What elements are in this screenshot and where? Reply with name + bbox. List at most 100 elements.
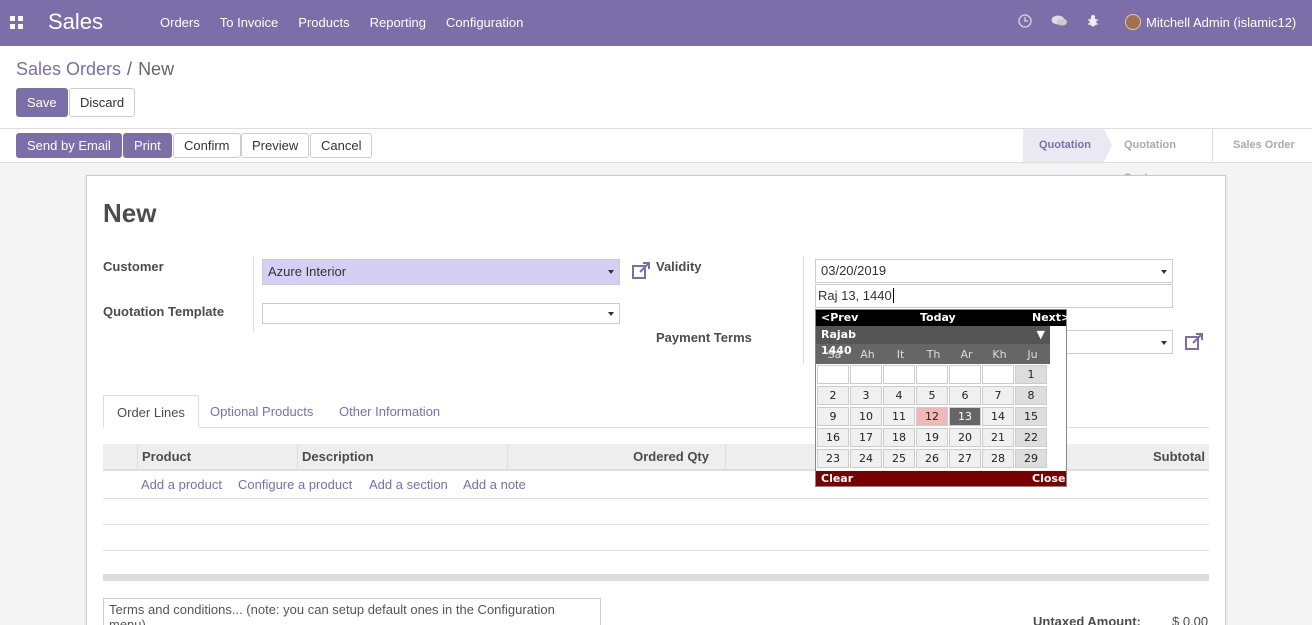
configure-product-link[interactable]: Configure a product bbox=[238, 477, 352, 492]
day-cell[interactable]: 24 bbox=[850, 449, 882, 468]
app-brand[interactable]: Sales bbox=[48, 9, 103, 35]
stage-pipeline: Quotation Quotation Sent Sales Order bbox=[1023, 129, 1312, 184]
menu-reporting[interactable]: Reporting bbox=[360, 15, 436, 30]
breadcrumb-parent[interactable]: Sales Orders bbox=[16, 59, 121, 79]
tab-optional-products[interactable]: Optional Products bbox=[197, 395, 326, 428]
menu-products[interactable]: Products bbox=[288, 15, 359, 30]
menu-orders[interactable]: Orders bbox=[150, 15, 210, 30]
day-cell[interactable]: 19 bbox=[916, 428, 948, 447]
day-cell[interactable]: 27 bbox=[949, 449, 981, 468]
menu-configuration[interactable]: Configuration bbox=[436, 15, 533, 30]
day-cell[interactable]: 1 bbox=[1015, 365, 1047, 384]
apps-menu-icon[interactable] bbox=[10, 16, 23, 29]
chevron-down-icon[interactable] bbox=[1161, 270, 1167, 274]
preview-button[interactable]: Preview bbox=[241, 133, 310, 158]
hijri-datepicker: <Prev Today Next> Rajab ▼ Sa Ah It Th Ar Kh Ju… bbox=[815, 309, 1070, 487]
chevron-down-icon[interactable] bbox=[608, 312, 614, 316]
tab-other-information[interactable]: Other Information bbox=[326, 395, 453, 428]
datepicker-month-select[interactable]: Rajab ▼ bbox=[816, 326, 1050, 344]
menu-to-invoice[interactable]: To Invoice bbox=[210, 15, 289, 30]
validity-field[interactable]: 03/20/2019 bbox=[815, 259, 1173, 283]
add-note-link[interactable]: Add a note bbox=[463, 477, 526, 492]
day-cell[interactable]: 20 bbox=[949, 428, 981, 447]
day-cell[interactable]: 3 bbox=[850, 386, 882, 405]
datepicker-today[interactable]: Today bbox=[920, 311, 956, 324]
customer-field[interactable]: Azure Interior bbox=[262, 259, 620, 285]
datepicker-prev[interactable]: <Prev bbox=[821, 311, 858, 324]
datepicker-next[interactable]: Next> bbox=[1032, 311, 1070, 324]
stage-sales-order[interactable]: Sales Order bbox=[1212, 129, 1312, 162]
day-cell[interactable]: 11 bbox=[883, 407, 915, 426]
stage-quotation-sent[interactable]: Quotation Sent bbox=[1104, 129, 1212, 184]
chevron-down-icon[interactable]: ▼ bbox=[1037, 326, 1045, 344]
datepicker-clear[interactable]: Clear bbox=[821, 472, 853, 485]
column-product[interactable]: Product bbox=[138, 444, 298, 469]
bug-icon[interactable] bbox=[1084, 14, 1102, 30]
day-cell[interactable]: 29 bbox=[1015, 449, 1047, 468]
day-cell[interactable]: 7 bbox=[982, 386, 1014, 405]
day-cell[interactable]: 22 bbox=[1015, 428, 1047, 447]
day-cell[interactable]: 15 bbox=[1015, 407, 1047, 426]
day-cell[interactable]: 16 bbox=[817, 428, 849, 447]
external-link-icon[interactable] bbox=[631, 261, 651, 281]
day-cell[interactable]: 23 bbox=[817, 449, 849, 468]
chevron-down-icon[interactable] bbox=[608, 270, 614, 274]
day-cell[interactable]: 9 bbox=[817, 407, 849, 426]
chevron-down-icon[interactable] bbox=[1161, 341, 1167, 345]
day-cell[interactable]: 6 bbox=[949, 386, 981, 405]
add-product-link[interactable]: Add a product bbox=[141, 477, 222, 492]
send-email-button[interactable]: Send by Email bbox=[16, 133, 122, 158]
confirm-button[interactable]: Confirm bbox=[173, 133, 241, 158]
clock-icon[interactable] bbox=[1016, 14, 1034, 30]
day-cell[interactable]: 13 bbox=[949, 407, 981, 426]
user-menu[interactable]: Mitchell Admin (islamic12) bbox=[1125, 14, 1296, 30]
text-cursor bbox=[892, 288, 894, 303]
cancel-button[interactable]: Cancel bbox=[310, 133, 373, 158]
untaxed-amount-value: $ 0.00 bbox=[1172, 614, 1209, 625]
external-link-icon[interactable] bbox=[1184, 332, 1204, 352]
day-cell[interactable]: 25 bbox=[883, 449, 915, 468]
discard-button[interactable]: Discard bbox=[69, 88, 136, 117]
day-cell[interactable]: 2 bbox=[817, 386, 849, 405]
day-cell[interactable]: 18 bbox=[883, 428, 915, 447]
day-cell[interactable]: 21 bbox=[982, 428, 1014, 447]
hijri-date-input[interactable]: Raj 13, 1440 bbox=[815, 284, 1173, 308]
day-cell[interactable]: 10 bbox=[850, 407, 882, 426]
day-cell[interactable]: 12 bbox=[916, 407, 948, 426]
quotation-template-field[interactable] bbox=[262, 303, 620, 324]
untaxed-amount-label: Untaxed Amount: bbox=[1033, 614, 1141, 625]
datepicker-scroll-area bbox=[1050, 326, 1066, 471]
column-subtotal[interactable]: Subtotal bbox=[1103, 444, 1209, 469]
stage-label: Quotation bbox=[1039, 139, 1091, 151]
day-cell[interactable]: 14 bbox=[982, 407, 1014, 426]
day-cell[interactable]: 4 bbox=[883, 386, 915, 405]
weekday-label: Ju bbox=[1027, 348, 1038, 361]
day-cell[interactable]: 17 bbox=[850, 428, 882, 447]
day-cell[interactable]: 26 bbox=[916, 449, 948, 468]
datepicker-close[interactable]: Close bbox=[1032, 472, 1065, 485]
field-divider bbox=[253, 256, 254, 332]
day-cell[interactable]: 28 bbox=[982, 449, 1014, 468]
weekday-label: Ah bbox=[860, 348, 875, 361]
payment-terms-label: Payment Terms bbox=[656, 330, 752, 345]
stage-quotation[interactable]: Quotation bbox=[1023, 129, 1112, 162]
field-divider bbox=[803, 256, 804, 364]
quotation-template-label: Quotation Template bbox=[103, 304, 225, 319]
empty-day-cell bbox=[850, 365, 882, 384]
terms-textarea[interactable]: Terms and conditions... (note: you can s… bbox=[103, 598, 601, 625]
weekday-label: It bbox=[896, 348, 905, 361]
statusbar: Send by Email Print Confirm Preview Canc… bbox=[0, 128, 1312, 184]
datepicker-nav: <Prev Today Next> bbox=[816, 310, 1070, 326]
add-section-link[interactable]: Add a section bbox=[369, 477, 448, 492]
tab-order-lines[interactable]: Order Lines bbox=[103, 395, 199, 428]
empty-day-cell bbox=[949, 365, 981, 384]
column-description[interactable]: Description bbox=[298, 444, 508, 469]
print-button[interactable]: Print bbox=[123, 133, 172, 158]
day-cell[interactable]: 5 bbox=[916, 386, 948, 405]
column-ordered-qty[interactable]: Ordered Qty bbox=[508, 444, 726, 469]
day-cell[interactable]: 8 bbox=[1015, 386, 1047, 405]
top-navbar: Sales Orders To Invoice Products Reporti… bbox=[0, 0, 1312, 46]
chat-icon[interactable] bbox=[1050, 14, 1068, 30]
save-button[interactable]: Save bbox=[16, 88, 68, 117]
datepicker-year[interactable]: 1440 bbox=[821, 344, 852, 357]
